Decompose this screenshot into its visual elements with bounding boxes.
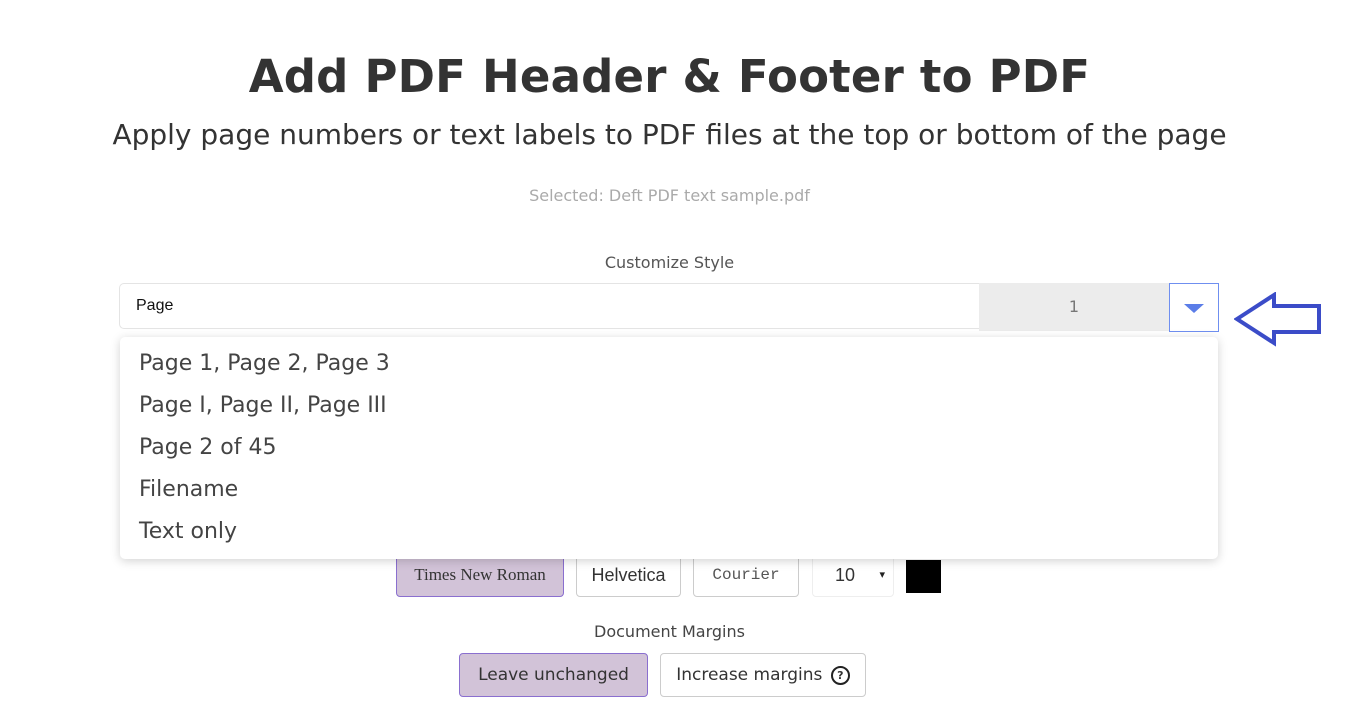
font-helvetica-button[interactable]: Helvetica [576, 553, 681, 597]
increase-margins-button[interactable]: Increase margins ? [660, 653, 866, 697]
font-size-select[interactable]: 10 ▾ [812, 553, 894, 597]
font-times-button[interactable]: Times New Roman [396, 553, 564, 597]
style-dropdown-button[interactable] [1169, 283, 1219, 332]
selected-file-label: Selected: Deft PDF text sample.pdf [529, 186, 810, 205]
help-icon[interactable]: ? [830, 666, 850, 685]
customize-style-label: Customize Style [604, 253, 735, 272]
menu-item-text-only[interactable]: Text only [139, 519, 237, 544]
page-subtitle: Apply page numbers or text labels to PDF… [112, 118, 1227, 151]
menu-item-filename[interactable]: Filename [139, 477, 238, 502]
customize-style-row: 1 [119, 283, 1219, 332]
menu-item-page-roman[interactable]: Page I, Page II, Page III [139, 393, 387, 418]
font-size-value: 10 [835, 565, 856, 585]
label-text-input[interactable] [119, 283, 979, 329]
font-courier-button[interactable]: Courier [693, 553, 799, 597]
style-dropdown-menu: Page 1, Page 2, Page 3 Page I, Page II, … [120, 337, 1218, 559]
font-color-swatch[interactable] [906, 560, 941, 593]
start-number-field[interactable]: 1 [979, 283, 1169, 331]
arrow-left-outline-icon [1234, 292, 1321, 347]
caret-down-icon [1184, 304, 1204, 313]
menu-item-page-arabic[interactable]: Page 1, Page 2, Page 3 [139, 351, 390, 376]
leave-unchanged-button[interactable]: Leave unchanged [459, 653, 648, 697]
caret-down-icon: ▾ [879, 569, 885, 581]
page-title: Add PDF Header & Footer to PDF [248, 50, 1091, 103]
document-margins-label: Document Margins [594, 622, 745, 641]
menu-item-page-of-total[interactable]: Page 2 of 45 [139, 435, 276, 460]
increase-margins-label: Increase margins [676, 665, 823, 685]
